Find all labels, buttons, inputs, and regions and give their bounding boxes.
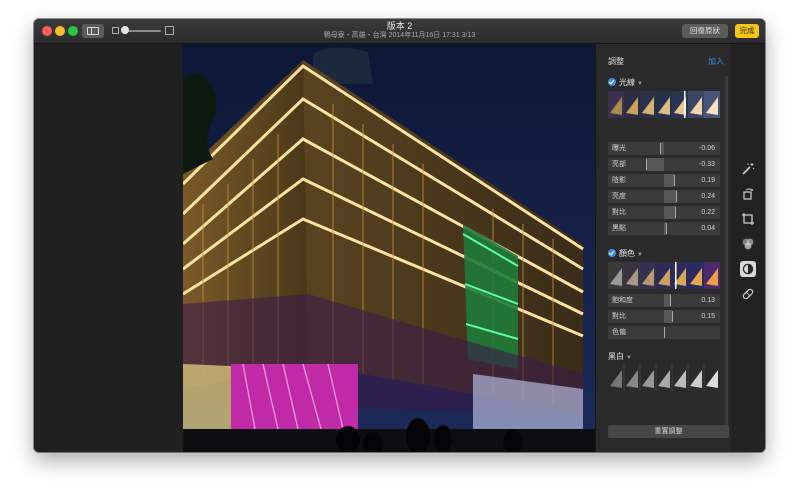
bw-section-label: 黑白 (608, 352, 624, 361)
color-section-label: 顏色 (619, 249, 635, 258)
done-button[interactable]: 完成 (735, 24, 759, 38)
color-enabled-checkbox-icon[interactable] (608, 249, 616, 257)
slider-label: 對比 (612, 313, 626, 320)
slider-value: 0.04 (701, 225, 715, 232)
edit-toolbar (731, 44, 765, 452)
slider-fill (646, 158, 664, 171)
slider-row-brilliance[interactable]: 亮度 0.24 (608, 190, 720, 203)
revert-button[interactable]: 回復原狀 (682, 24, 728, 38)
slider-fill (664, 190, 677, 203)
title-bar: 版本 2 鴨母寮・高雄・台灣 2014年11月16日 17:31 3/13 回復… (34, 19, 765, 44)
retouch-icon[interactable] (740, 286, 756, 302)
light-enabled-checkbox-icon[interactable] (608, 78, 616, 86)
reset-adjustments-button[interactable]: 重置調整 (608, 425, 729, 438)
slider-label: 色偏 (612, 329, 626, 336)
magic-wand-icon[interactable] (740, 161, 756, 177)
slider-row-cast[interactable]: 色偏 (608, 326, 720, 339)
slider-value: 0.22 (701, 209, 715, 216)
panel-scrollbar[interactable] (725, 76, 728, 434)
slider-row-saturation[interactable]: 飽和度 0.13 (608, 294, 720, 307)
light-chevron-down-icon[interactable]: ▼ (637, 81, 643, 87)
color-section-header[interactable]: 顏色 ▼ (608, 248, 643, 259)
slider-label: 飽和度 (612, 297, 633, 304)
slider-label: 亮度 (612, 193, 626, 200)
bw-chevron-down-icon[interactable]: ▼ (626, 355, 632, 361)
slider-fill (664, 206, 676, 219)
light-preview-strip[interactable] (608, 91, 720, 118)
slider-marker (676, 191, 678, 202)
slider-row-exposure[interactable]: 曝光 -0.06 (608, 142, 720, 155)
light-section-header[interactable]: 光線 ▼ (608, 77, 643, 88)
slider-row-shadows[interactable]: 陰影 0.19 (608, 174, 720, 187)
slider-marker (675, 207, 677, 218)
bw-preview-strip[interactable] (608, 364, 720, 391)
slider-row-contrast[interactable]: 對比 0.22 (608, 206, 720, 219)
slider-marker (673, 175, 675, 186)
filters-icon[interactable] (740, 236, 756, 252)
add-adjustment-button[interactable]: 加入 (708, 56, 724, 67)
canvas-background (34, 44, 183, 452)
slider-value: 0.15 (701, 313, 715, 320)
slider-label: 陰影 (612, 177, 626, 184)
rotate-icon[interactable] (740, 186, 756, 202)
slider-marker (660, 143, 662, 154)
adjust-panel: 調整 加入 光線 ▼ 曝光 -0.06 亮部 -0.33 陰影 0.19 亮度 … (595, 44, 732, 452)
slider-marker (671, 311, 673, 322)
bw-section-header[interactable]: 黑白 ▼ (608, 351, 632, 362)
slider-marker (645, 159, 647, 170)
panel-title: 調整 (608, 57, 624, 66)
slider-value: -0.06 (699, 145, 715, 152)
photos-edit-window: 版本 2 鴨母寮・高雄・台灣 2014年11月16日 17:31 3/13 回復… (34, 19, 765, 452)
slider-label: 亮部 (612, 161, 626, 168)
slider-marker (663, 327, 665, 338)
photo-preview (183, 44, 595, 452)
slider-row-highlights[interactable]: 亮部 -0.33 (608, 158, 720, 171)
slider-value: 0.24 (701, 193, 715, 200)
light-section-label: 光線 (619, 78, 635, 87)
slider-marker (665, 223, 667, 234)
slider-value: 0.13 (701, 297, 715, 304)
slider-row-color-contrast[interactable]: 對比 0.15 (608, 310, 720, 323)
slider-label: 曝光 (612, 145, 626, 152)
color-preview-strip[interactable] (608, 262, 720, 289)
slider-row-black-point[interactable]: 黑點 0.04 (608, 222, 720, 235)
slider-fill (664, 174, 675, 187)
slider-marker (670, 295, 672, 306)
crop-icon[interactable] (740, 211, 756, 227)
photo-info: 鴨母寮・高雄・台灣 2014年11月16日 17:31 3/13 (323, 32, 476, 39)
slider-value: -0.33 (699, 161, 715, 168)
slider-value: 0.19 (701, 177, 715, 184)
slider-label: 黑點 (612, 225, 626, 232)
adjust-icon[interactable] (740, 261, 756, 277)
slider-label: 對比 (612, 209, 626, 216)
color-chevron-down-icon[interactable]: ▼ (637, 252, 643, 258)
